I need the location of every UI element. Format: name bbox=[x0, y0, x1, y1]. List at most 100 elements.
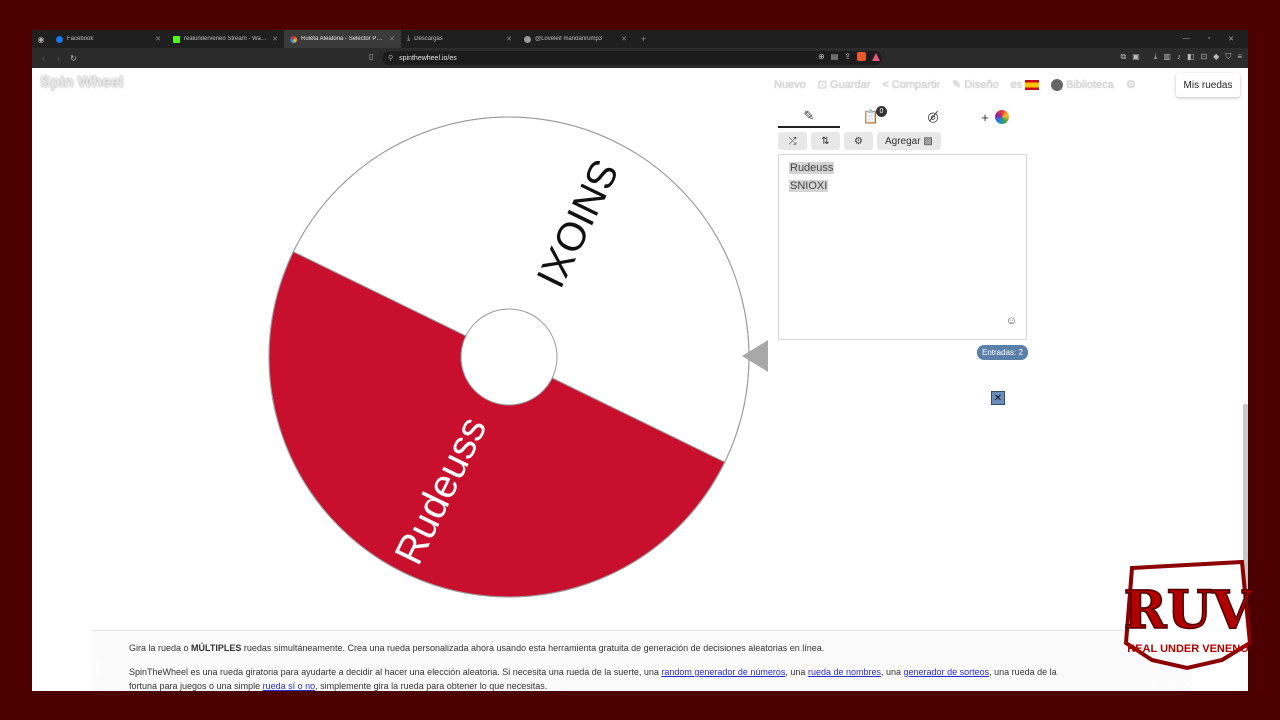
results-count-badge: 0 bbox=[876, 106, 887, 117]
rewards-icon[interactable] bbox=[871, 52, 880, 61]
wheel-favicon-icon bbox=[290, 35, 297, 43]
app-menu-icon[interactable]: ≡ bbox=[1237, 52, 1242, 62]
language-selector[interactable]: es bbox=[1011, 79, 1040, 91]
stream-watermark: @real bbox=[40, 656, 101, 681]
top-nav: Nuevo ⊡ Guardar < Compartir ✎ Diseño es Bib… bbox=[774, 78, 1136, 91]
panel-tabs: ✎ 📋 0 ◎̸ + bbox=[778, 106, 1026, 128]
panel-icon[interactable]: ◧ bbox=[1187, 52, 1195, 62]
entry-settings-button[interactable]: ⚙ bbox=[844, 132, 873, 150]
downloads-icon[interactable]: ⤓ bbox=[1154, 52, 1158, 62]
address-bar-row: ‹ › ↻ ▯ ⚲ spinthewheel.io/es ⊕ ▤ ⇪ ⧉ ▣ ⤓… bbox=[32, 48, 1248, 68]
library-icon[interactable]: ▥ bbox=[1163, 52, 1171, 62]
page-content: Spin Wheel Nuevo ⊡ Guardar < Compartir ✎ Di… bbox=[32, 68, 1248, 691]
diseno-button[interactable]: ✎ Diseño bbox=[952, 78, 998, 92]
site-logo[interactable]: Spin Wheel bbox=[40, 74, 124, 92]
reload-icon[interactable]: ↻ bbox=[66, 54, 81, 63]
link-raffle-generator[interactable]: generador de sorteos bbox=[904, 667, 990, 677]
description-paragraph-1: Gira la rueda o MÚLTIPLES ruedas simultá… bbox=[129, 643, 825, 653]
entries-count-badge: Entradas: 2 bbox=[977, 345, 1028, 360]
download-icon: ⤓ bbox=[407, 35, 411, 42]
link-yes-no-wheel[interactable]: rueda sí o no bbox=[263, 681, 316, 691]
tab-edit[interactable]: ✎ bbox=[778, 106, 840, 128]
brave-shield-icon[interactable] bbox=[856, 52, 866, 61]
spain-flag-icon bbox=[1025, 79, 1040, 90]
color-wheel-icon bbox=[994, 110, 1009, 124]
extensions-icon[interactable]: ⧉ bbox=[1121, 52, 1127, 62]
forward-icon[interactable]: › bbox=[51, 54, 66, 63]
wallet-icon[interactable]: ◆ bbox=[1213, 52, 1219, 62]
description-section: Gira la rueda o MÚLTIPLES ruedas simultá… bbox=[92, 630, 1192, 691]
new-tab-icon[interactable]: + bbox=[633, 34, 654, 44]
vpn-icon[interactable]: ⛉ bbox=[1225, 52, 1231, 62]
add-image-button[interactable]: Agregar ▨ bbox=[877, 132, 941, 150]
facebook-favicon-icon bbox=[56, 35, 63, 43]
image-icon: ▨ bbox=[923, 135, 933, 147]
shuffle-button[interactable]: ⤮ bbox=[778, 132, 807, 150]
browser-menu-icon[interactable]: ◉ bbox=[32, 35, 50, 44]
sidebar-icon[interactable]: ▣ bbox=[1132, 52, 1140, 62]
wheel-pointer bbox=[742, 340, 768, 372]
close-window-icon[interactable]: ✕ bbox=[1228, 35, 1234, 43]
nuevo-button[interactable]: Nuevo bbox=[774, 79, 806, 91]
tab-bar: ◉ Facebook ✕ realunderveneo Stream - Wat… bbox=[32, 30, 1248, 48]
shuffle-icon: ⤮ bbox=[788, 135, 797, 147]
browser-window: ◉ Facebook ✕ realunderveneo Stream - Wat… bbox=[32, 30, 1248, 691]
save-icon: ⊡ bbox=[817, 79, 828, 91]
mis-ruedas-button[interactable]: Mis ruedas bbox=[1176, 73, 1240, 97]
link-name-wheel[interactable]: rueda de nombres bbox=[808, 667, 881, 677]
entry-line: Rudeuss bbox=[789, 162, 835, 174]
plus-icon: + bbox=[981, 109, 989, 125]
share-icon: < bbox=[882, 78, 889, 91]
share-icon[interactable]: ⇪ bbox=[844, 52, 851, 61]
kick-favicon-icon bbox=[173, 35, 180, 43]
description-paragraph-2: SpinTheWheel es una rueda giratoria para… bbox=[129, 667, 1057, 691]
link-random-numbers[interactable]: random generador de números bbox=[661, 667, 785, 677]
tab-descargas[interactable]: ⤓ Descargas ✕ bbox=[401, 30, 518, 48]
spin-wheel[interactable]: SNIOXI Rudeuss bbox=[268, 116, 750, 598]
wheel-center[interactable] bbox=[460, 308, 558, 406]
screenshot-icon[interactable]: ⊡ bbox=[1200, 52, 1207, 62]
settings-icon[interactable]: ⚙ bbox=[1126, 78, 1136, 91]
reader-icon[interactable]: ▤ bbox=[831, 52, 839, 61]
sort-button[interactable]: ⇅ bbox=[811, 132, 840, 150]
tab-facebook[interactable]: Facebook ✕ bbox=[50, 30, 167, 48]
logo-text: RUV bbox=[1124, 580, 1255, 641]
pencil-icon: ✎ bbox=[803, 108, 815, 123]
tab-loveleif[interactable]: @Loveleif mandanrump3 ✕ bbox=[518, 30, 633, 48]
url-field[interactable]: ⚲ spinthewheel.io/es bbox=[382, 51, 882, 65]
tab-close-icon[interactable]: ✕ bbox=[155, 35, 161, 43]
media-icon[interactable]: ♪ bbox=[1177, 52, 1181, 62]
pencil-icon: ✎ bbox=[952, 79, 962, 91]
compartir-button[interactable]: < Compartir bbox=[882, 79, 940, 91]
tab-kick-stream[interactable]: realunderveneo Stream - Watch Li... ✕ bbox=[167, 30, 284, 48]
tab-close-icon[interactable]: ✕ bbox=[506, 35, 512, 43]
sort-icon: ⇅ bbox=[821, 135, 830, 147]
biblioteca-button[interactable]: Biblioteca bbox=[1051, 78, 1114, 91]
bookmark-icon[interactable]: ▯ bbox=[369, 52, 373, 61]
entries-textarea[interactable]: Rudeuss SNIOXI ☺ bbox=[778, 154, 1027, 340]
tab-results[interactable]: 📋 0 bbox=[840, 106, 902, 128]
globe-favicon-icon bbox=[524, 35, 531, 43]
gear-icon: ⚙ bbox=[854, 135, 863, 147]
emoji-icon[interactable]: ☺ bbox=[1006, 312, 1017, 330]
logo-subtitle: REAL UNDER VENENO bbox=[1127, 643, 1249, 655]
globe-icon bbox=[1051, 78, 1064, 91]
tab-add-wheel[interactable]: + bbox=[964, 106, 1026, 128]
tab-close-icon[interactable]: ✕ bbox=[389, 35, 395, 43]
back-icon[interactable]: ‹ bbox=[36, 54, 51, 63]
restore-icon[interactable]: ▫ bbox=[1208, 35, 1210, 43]
eye-off-icon: ◎̸ bbox=[927, 109, 939, 124]
streamer-logo: RUV REAL UNDER VENENO ★ ★ ★ ★ ★ bbox=[1123, 559, 1255, 691]
logo-stars: ★ ★ ★ ★ ★ bbox=[1149, 675, 1227, 691]
entry-toolbar: ⤮ ⇅ ⚙ Agregar ▨ bbox=[778, 132, 941, 150]
entry-line: SNIOXI bbox=[789, 180, 829, 192]
minimize-icon[interactable]: — bbox=[1183, 35, 1190, 43]
tab-close-icon[interactable]: ✕ bbox=[272, 35, 278, 43]
zoom-icon[interactable]: ⊕ bbox=[818, 52, 825, 61]
guardar-button[interactable]: ⊡ Guardar bbox=[817, 78, 871, 92]
tab-hidden[interactable]: ◎̸ bbox=[902, 106, 964, 128]
tab-ruleta[interactable]: Ruleta Aleatoria - Selector Perso... ✕ bbox=[284, 30, 401, 48]
site-info-icon[interactable]: ⚲ bbox=[388, 54, 393, 62]
close-ad-icon[interactable]: ✕ bbox=[991, 391, 1005, 405]
tab-close-icon[interactable]: ✕ bbox=[621, 35, 627, 43]
